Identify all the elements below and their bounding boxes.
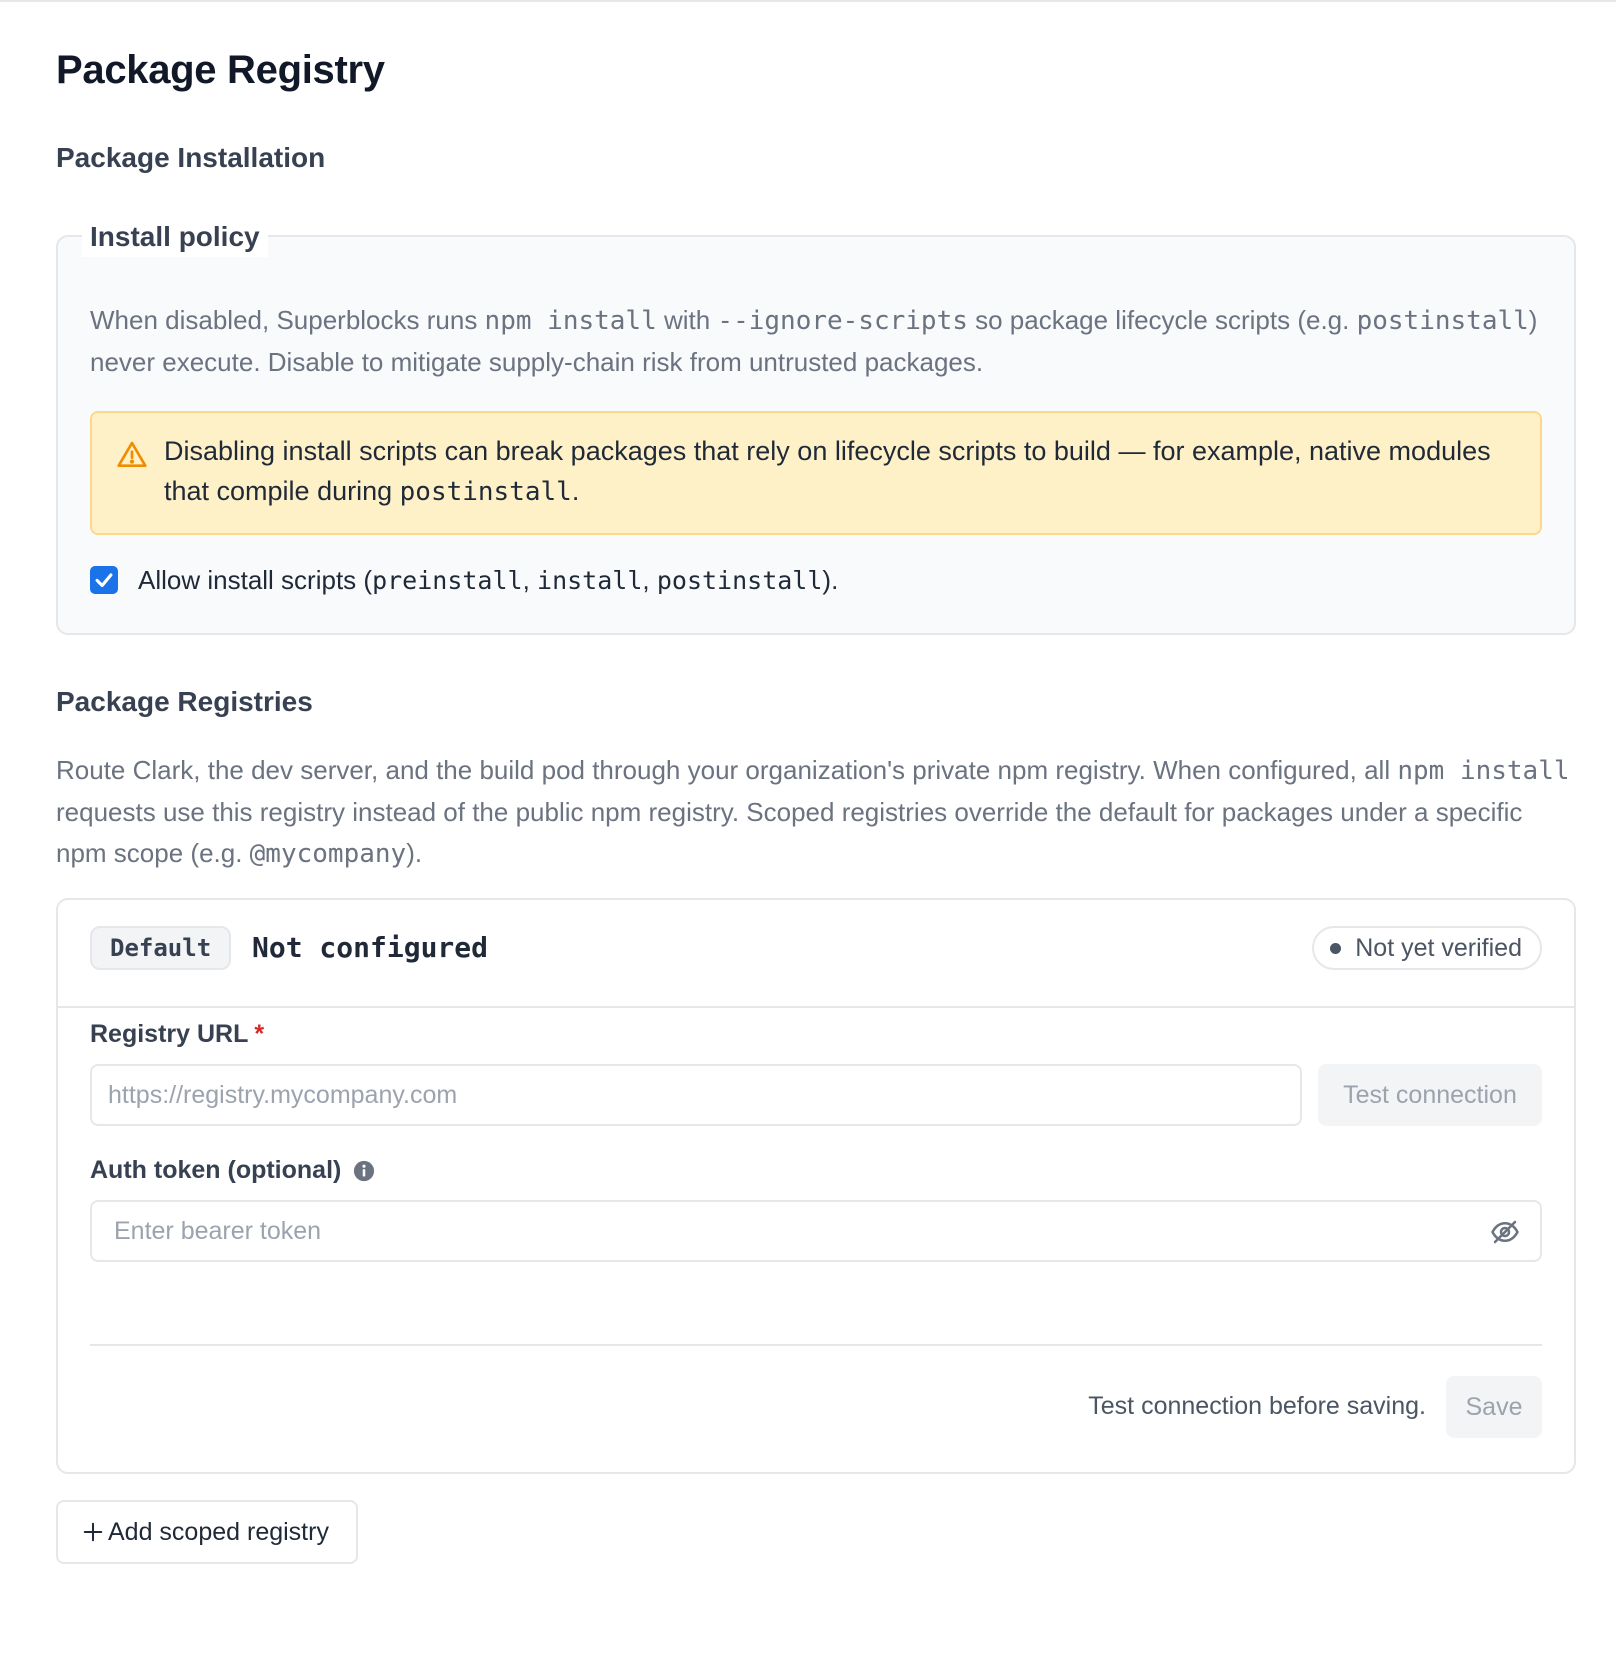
check-icon	[95, 573, 113, 588]
default-registry-card: Default Not configured Not yet verified …	[56, 898, 1576, 1474]
info-icon[interactable]	[353, 1160, 375, 1182]
auth-token-placeholder: Enter bearer token	[114, 1217, 322, 1245]
code-ignore-scripts: --ignore-scripts	[717, 306, 968, 336]
eye-off-icon[interactable]	[1490, 1217, 1520, 1247]
allow-install-scripts-label: Allow install scripts (preinstall, insta…	[138, 564, 839, 595]
registries-description: Route Clark, the dev server, and the bui…	[56, 755, 1570, 869]
registry-url-input[interactable]: https://registry.mycompany.com	[90, 1064, 1302, 1126]
allow-install-scripts-checkbox[interactable]	[90, 566, 118, 594]
plus-icon	[83, 1522, 103, 1542]
registry-status-text: Not configured	[252, 931, 489, 964]
required-mark: *	[254, 1020, 265, 1048]
top-border	[0, 0, 1616, 2]
save-hint: Test connection before saving.	[1088, 1392, 1426, 1420]
registry-url-label: Registry URL *	[90, 1020, 265, 1048]
auth-token-label: Auth token (optional)	[90, 1156, 375, 1185]
default-badge: Default	[90, 926, 232, 970]
code-postinstall: postinstall	[1356, 306, 1529, 336]
code-npm-install: npm install	[484, 306, 657, 336]
section-title-registries: Package Registries	[56, 686, 313, 717]
test-connection-button[interactable]: Test connection	[1318, 1064, 1542, 1126]
add-scoped-registry-button[interactable]: Add scoped registry	[56, 1500, 358, 1564]
warning-triangle-icon	[117, 441, 147, 467]
add-scoped-registry-label: Add scoped registry	[108, 1517, 329, 1546]
page-title: Package Registry	[56, 48, 385, 92]
allow-install-scripts-row[interactable]: Allow install scripts (preinstall, insta…	[90, 560, 838, 600]
install-policy-legend: Install policy	[82, 217, 268, 257]
install-scripts-warning: Disabling install scripts can break pack…	[90, 411, 1542, 535]
warning-text: Disabling install scripts can break pack…	[164, 436, 1491, 507]
install-policy-description: When disabled, Superblocks runs npm inst…	[90, 305, 1538, 377]
auth-token-input[interactable]: Enter bearer token	[90, 1200, 1542, 1262]
save-button[interactable]: Save	[1446, 1376, 1542, 1438]
section-title-installation: Package Installation	[56, 142, 326, 173]
card-divider	[90, 1344, 1542, 1346]
registry-card-header: Default Not configured Not yet verified	[58, 900, 1574, 1008]
verification-status-badge: Not yet verified	[1312, 926, 1542, 970]
status-dot-icon	[1330, 942, 1342, 954]
